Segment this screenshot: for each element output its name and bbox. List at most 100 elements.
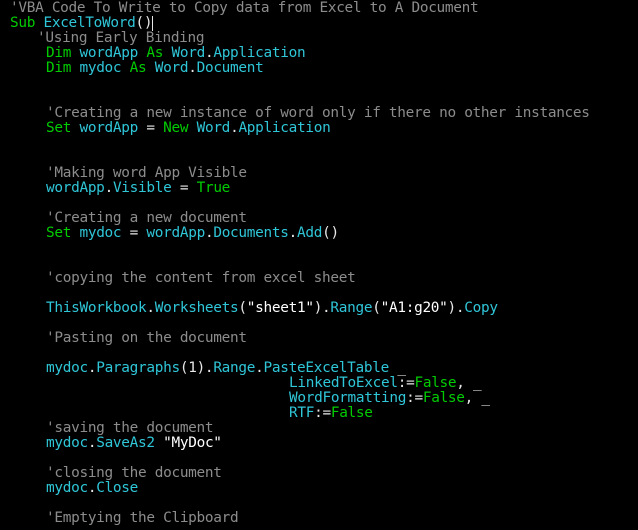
code-identifier: LinkedToExcel bbox=[289, 375, 398, 391]
code-editor[interactable]: 'VBA Code To Write to Copy data from Exc… bbox=[0, 0, 638, 530]
code-identifier: PasteExcelTable bbox=[263, 360, 398, 376]
code-operator: := bbox=[397, 375, 415, 391]
code-operator: . bbox=[288, 225, 298, 241]
code-line[interactable]: ThisWorkbook.Worksheets("sheet1").Range(… bbox=[10, 301, 498, 316]
code-keyword: New bbox=[163, 120, 197, 136]
code-identifier: Document bbox=[196, 60, 264, 76]
code-identifier: Close bbox=[96, 480, 139, 496]
code-keyword: Set bbox=[46, 225, 80, 241]
code-operator: = bbox=[129, 225, 147, 241]
code-comment: 'Creating a new document bbox=[46, 210, 247, 226]
code-operator: . bbox=[87, 435, 97, 451]
code-line[interactable]: 'VBA Code To Write to Copy data from Exc… bbox=[10, 0, 479, 16]
code-identifier: Application bbox=[213, 45, 306, 61]
code-keyword: Dim bbox=[46, 45, 80, 61]
code-identifier: Worksheets bbox=[154, 300, 239, 316]
code-comment: 'Emptying the Clipboard bbox=[46, 510, 239, 526]
code-line[interactable]: 'closing the document bbox=[10, 466, 222, 481]
code-line[interactable]: 'Pasting on the document bbox=[10, 331, 247, 346]
code-keyword: False bbox=[330, 405, 373, 421]
code-line[interactable]: LinkedToExcel:=False, _ bbox=[10, 375, 482, 391]
code-operator: . bbox=[188, 60, 197, 76]
code-operator: , _ bbox=[464, 390, 490, 406]
code-identifier: mydoc bbox=[79, 225, 130, 241]
code-operator: ( bbox=[238, 300, 247, 316]
code-identifier: RTF bbox=[289, 405, 315, 421]
code-line[interactable]: Set mydoc = wordApp.Documents.Add() bbox=[10, 226, 339, 241]
code-identifier: mydoc bbox=[79, 60, 130, 76]
code-identifier: Range bbox=[330, 300, 373, 316]
code-keyword: As bbox=[146, 45, 172, 61]
code-identifier: mydoc bbox=[46, 435, 88, 451]
code-line[interactable]: 'Emptying the Clipboard bbox=[10, 510, 239, 526]
code-operator: ). bbox=[313, 300, 331, 316]
code-comment: 'saving the document bbox=[46, 420, 214, 436]
code-string: "sheet1" bbox=[246, 300, 314, 316]
code-operator: () bbox=[322, 225, 339, 241]
code-operator: . bbox=[87, 480, 97, 496]
code-operator: . bbox=[255, 360, 264, 376]
code-operator: := bbox=[314, 405, 331, 421]
code-identifier: wordApp bbox=[46, 180, 105, 196]
code-identifier: ThisWorkbook bbox=[46, 300, 147, 316]
code-comment: 'closing the document bbox=[46, 465, 222, 481]
code-operator: . bbox=[146, 300, 155, 316]
code-identifier: Application bbox=[238, 120, 331, 136]
code-identifier: Paragraphs bbox=[96, 360, 180, 376]
code-line[interactable]: 'saving the document bbox=[10, 420, 214, 436]
code-string: "A1:g20" bbox=[380, 300, 448, 316]
code-comment: 'copying the content from excel sheet bbox=[46, 270, 356, 286]
code-operator: (1). bbox=[179, 360, 214, 376]
code-identifier: Copy bbox=[464, 300, 498, 316]
code-operator: := bbox=[406, 390, 423, 406]
code-line[interactable]: 'Creating a new document bbox=[10, 211, 247, 226]
code-identifier: mydoc bbox=[46, 360, 88, 376]
code-identifier: wordApp bbox=[79, 45, 147, 61]
code-line[interactable]: 'copying the content from excel sheet bbox=[10, 270, 356, 286]
code-identifier: Documents bbox=[213, 225, 289, 241]
code-line[interactable]: Sub ExcelToWord() bbox=[10, 15, 154, 31]
code-line[interactable]: Set wordApp = New Word.Application bbox=[10, 120, 331, 136]
code-line[interactable]: RTF:=False bbox=[10, 406, 373, 421]
code-line[interactable]: 'Making word App Visible bbox=[10, 166, 247, 181]
code-identifier: SaveAs2 bbox=[96, 435, 164, 451]
code-identifier: Visible bbox=[112, 180, 180, 196]
code-identifier: WordFormatting bbox=[289, 390, 407, 406]
code-line[interactable]: mydoc.Paragraphs(1).Range.PasteExcelTabl… bbox=[10, 361, 406, 376]
code-comment: 'VBA Code To Write to Copy data from Exc… bbox=[10, 0, 479, 16]
code-keyword: Dim bbox=[46, 60, 80, 76]
code-identifier: Word bbox=[171, 45, 205, 61]
code-line[interactable]: 'Using Early Binding bbox=[10, 30, 205, 46]
code-identifier: mydoc bbox=[46, 480, 88, 496]
code-operator: ( bbox=[372, 300, 381, 316]
code-keyword: False bbox=[422, 390, 465, 406]
code-line[interactable]: mydoc.SaveAs2 "MyDoc" bbox=[10, 436, 222, 451]
code-operator: , _ bbox=[456, 375, 482, 391]
code-identifier: ExcelToWord bbox=[43, 15, 136, 31]
code-line[interactable]: mydoc.Close bbox=[10, 481, 138, 496]
code-keyword: False bbox=[414, 375, 457, 391]
code-line[interactable]: 'Creating a new instance of word only if… bbox=[10, 106, 590, 121]
code-comment: 'Making word App Visible bbox=[46, 165, 247, 181]
code-operator: . bbox=[87, 360, 97, 376]
code-string: "MyDoc" bbox=[163, 435, 222, 451]
code-comment: 'Pasting on the document bbox=[46, 330, 247, 346]
code-line[interactable]: Dim mydoc As Word.Document bbox=[10, 61, 264, 76]
code-comment: 'Creating a new instance of word only if… bbox=[46, 105, 590, 121]
code-operator: = bbox=[179, 180, 197, 196]
code-keyword: True bbox=[196, 180, 231, 196]
code-identifier: Add bbox=[296, 225, 323, 241]
code-line[interactable]: Dim wordApp As Word.Application bbox=[10, 45, 306, 61]
text-cursor bbox=[152, 16, 154, 31]
code-operator: = bbox=[146, 120, 164, 136]
code-line[interactable]: wordApp.Visible = True bbox=[10, 181, 230, 196]
code-identifier: Word bbox=[196, 120, 231, 136]
code-keyword: Set bbox=[46, 120, 80, 136]
code-identifier: Range bbox=[213, 360, 256, 376]
code-comment: 'Using Early Binding bbox=[37, 30, 205, 46]
code-identifier: Word bbox=[154, 60, 189, 76]
code-line[interactable]: WordFormatting:=False, _ bbox=[10, 391, 490, 406]
code-operator: ). bbox=[447, 300, 465, 316]
code-operator: . bbox=[104, 180, 114, 196]
code-keyword: Sub bbox=[10, 15, 44, 31]
